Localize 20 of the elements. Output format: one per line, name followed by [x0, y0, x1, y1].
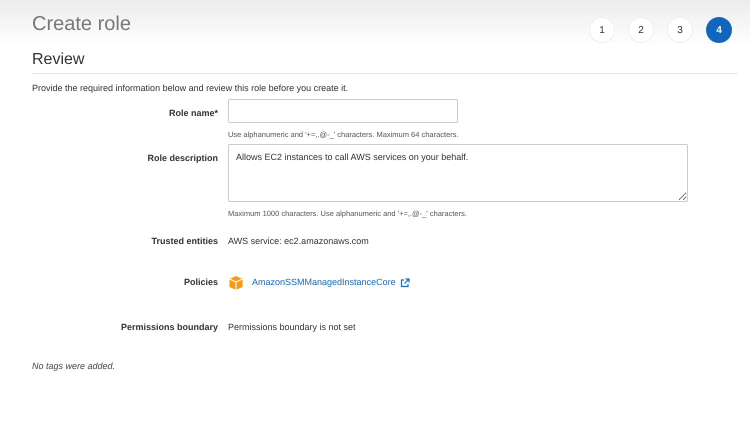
section-title: Review	[32, 50, 86, 70]
field-value: AWS service: ec2.amazonaws.com	[228, 235, 369, 248]
field-label: Trusted entities	[150, 235, 219, 248]
field-label: Role description	[146, 152, 219, 165]
description-field[interactable]: Allows EC2 instances to call AWS services on your behalf.	[228, 144, 688, 202]
field-label: Policies	[182, 276, 219, 288]
role-name-field[interactable]	[228, 98, 458, 122]
tags-note: No tags were added.	[32, 360, 116, 373]
intro-text: Provide the required information below and review this role before you create it.	[32, 82, 350, 95]
step-button[interactable]: 3	[667, 17, 693, 43]
external-link-icon[interactable]	[400, 278, 410, 288]
page-title: Create role	[32, 12, 131, 36]
policy-link[interactable]: AmazonSSMManagedInstanceCore	[252, 276, 396, 290]
field-label: Permissions boundary	[120, 320, 219, 334]
field-value: Permissions boundary is not set	[228, 320, 356, 334]
step-button[interactable]: 4	[706, 17, 732, 43]
step-button[interactable]: 2	[628, 17, 654, 43]
step-button[interactable]: 1	[589, 17, 615, 43]
field-label: Role name*	[168, 106, 219, 120]
cube-icon	[228, 274, 244, 290]
